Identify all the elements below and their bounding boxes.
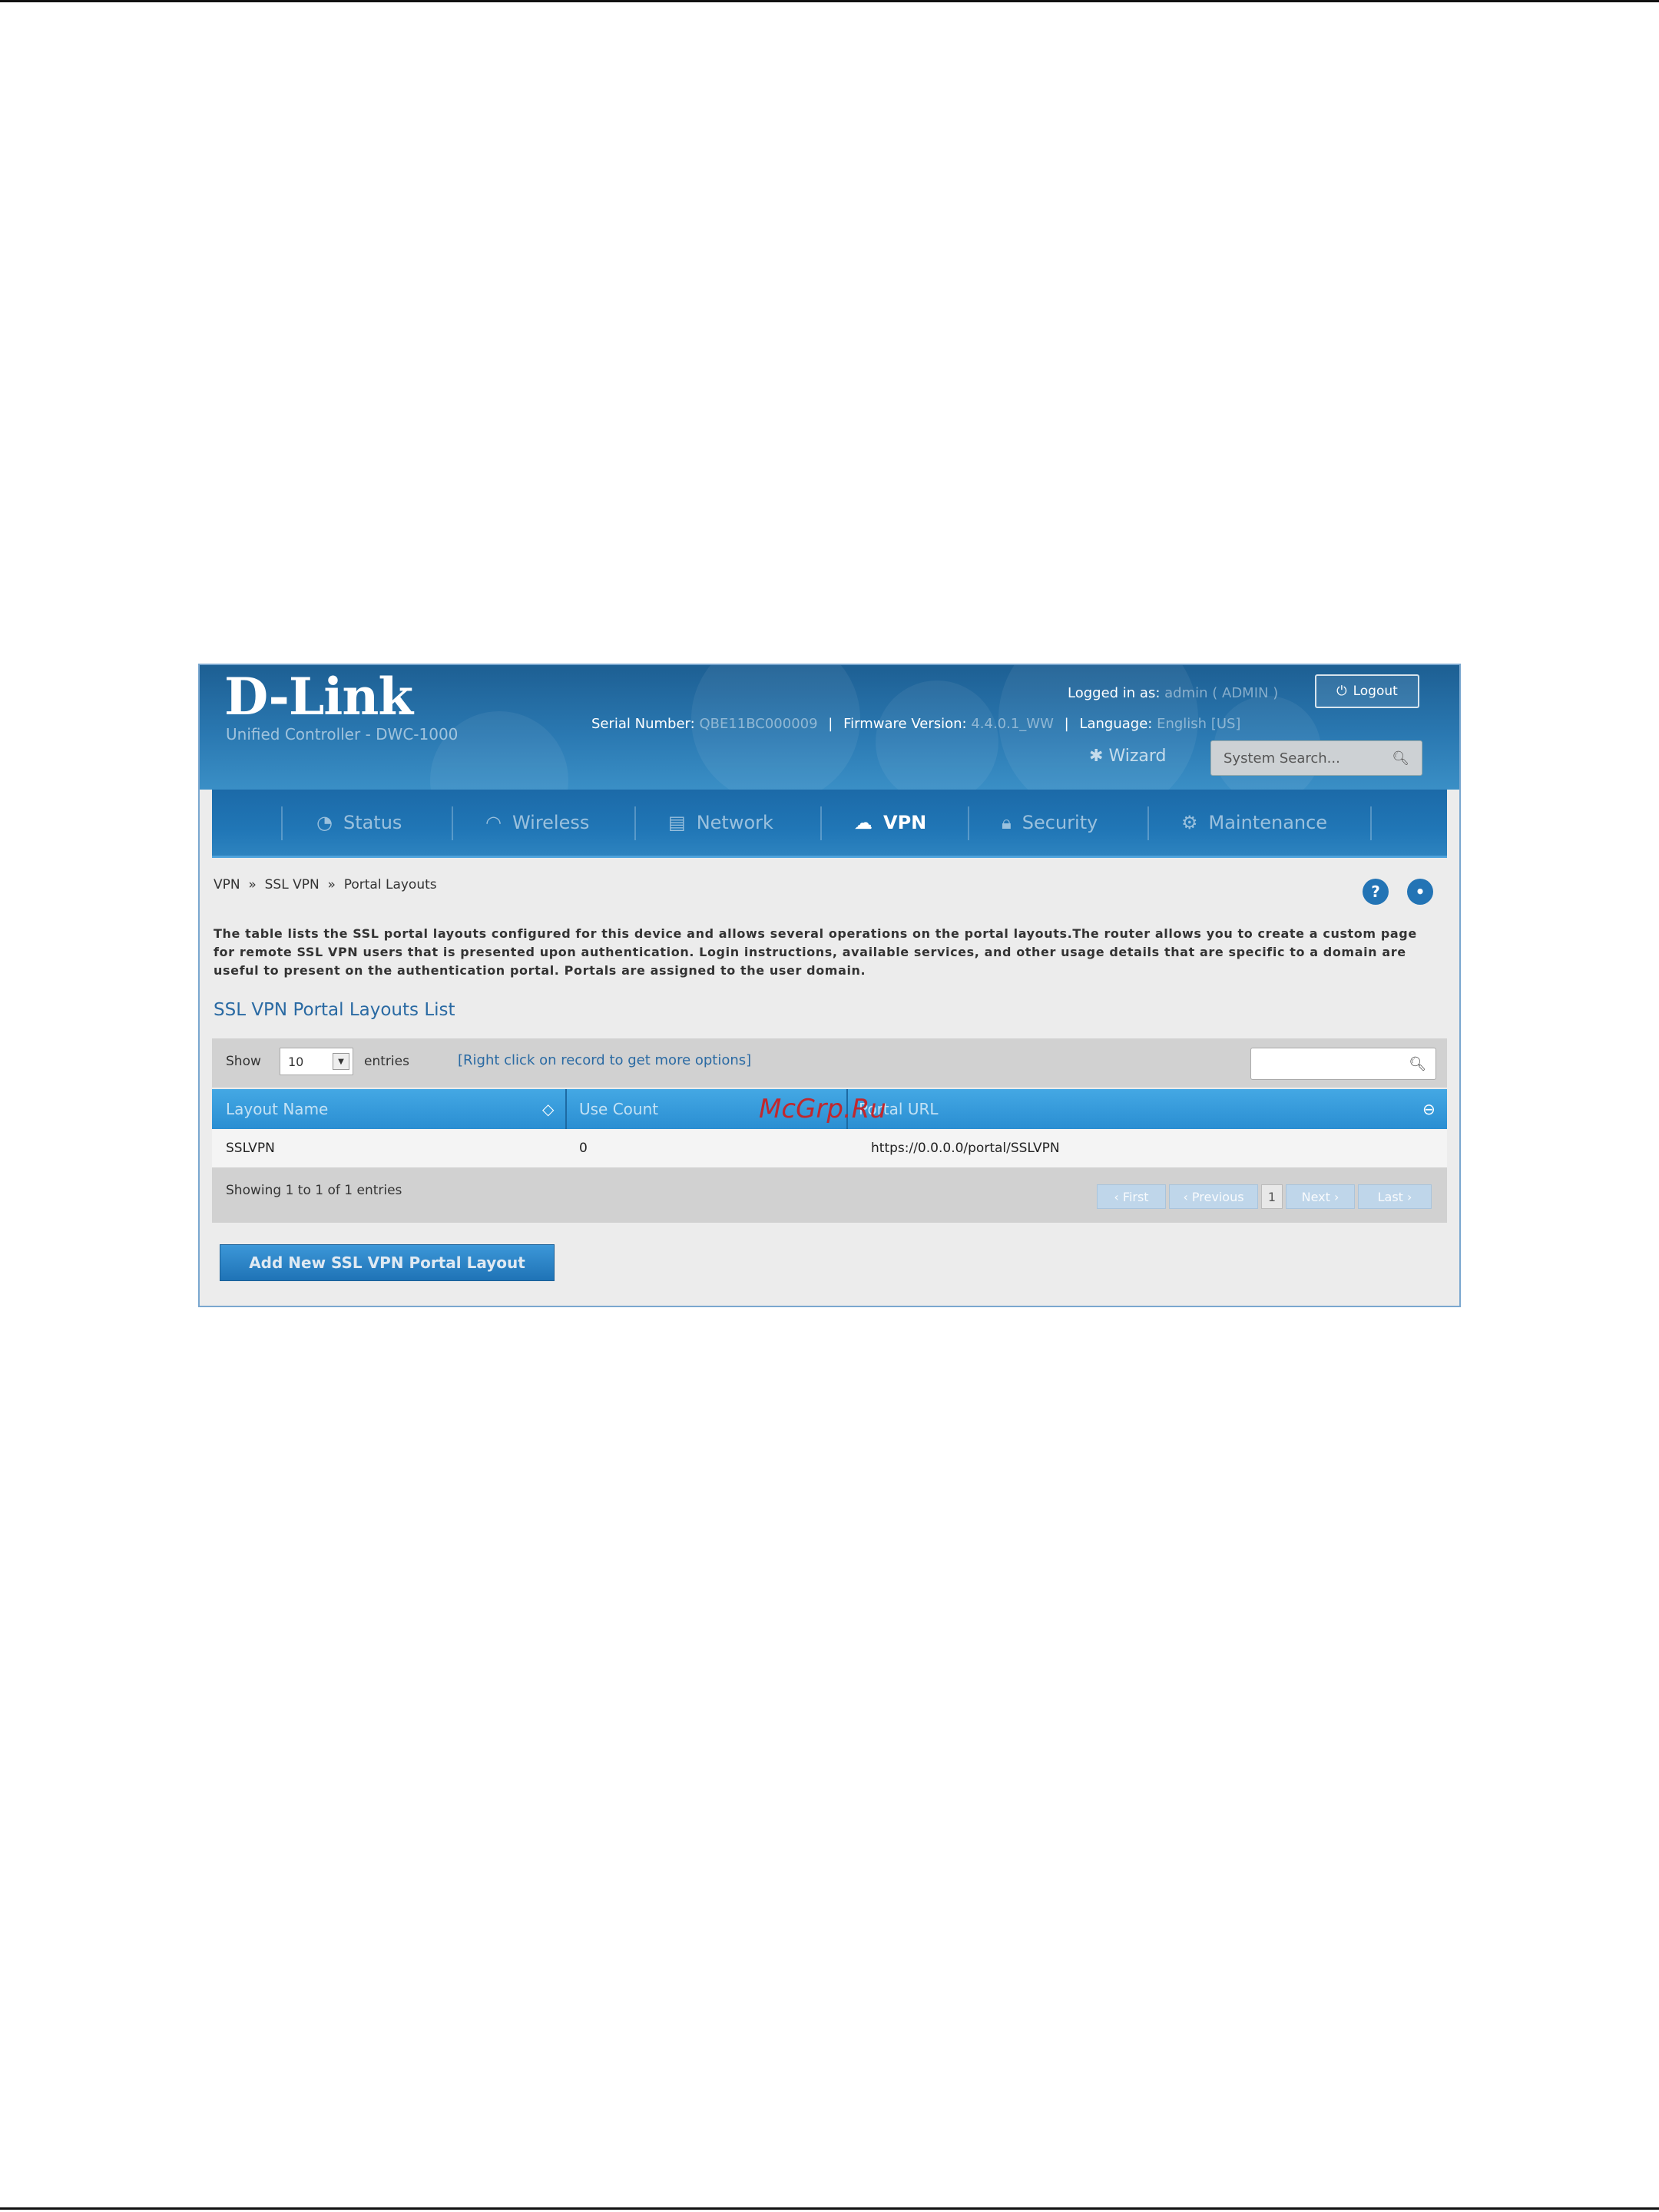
sort-icon[interactable]: ◇	[542, 1100, 554, 1118]
nav-item-label: Maintenance	[1208, 812, 1328, 833]
logout-label: Logout	[1353, 684, 1398, 699]
cell-layout-name: SSLVPN	[226, 1141, 275, 1156]
entries-label: entries	[364, 1054, 409, 1069]
table-footer: Showing 1 to 1 of 1 entries ‹ First ‹ Pr…	[212, 1167, 1447, 1223]
breadcrumb-separator: »	[248, 877, 257, 892]
info-separator: |	[1064, 716, 1069, 732]
header-banner: D-Link Unified Controller - DWC-1000 Log…	[200, 665, 1459, 790]
page-top-rule	[0, 0, 1659, 2]
chevron-down-icon[interactable]: ▼	[333, 1053, 349, 1070]
table-search-input[interactable]: 🔍︎	[1250, 1048, 1436, 1080]
pagination-previous-button[interactable]: ‹ Previous	[1169, 1184, 1258, 1209]
page-size-value: 10	[288, 1054, 304, 1069]
nav-item-wireless[interactable]: ◠ Wireless	[485, 790, 589, 856]
product-name: Unified Controller - DWC-1000	[226, 725, 459, 743]
show-label: Show	[226, 1054, 261, 1069]
nav-divider	[820, 806, 822, 840]
watermark-text: McGrp.Ru	[759, 1094, 886, 1124]
gauge-icon: ◔	[316, 812, 333, 833]
nav-item-label: Security	[1022, 812, 1098, 833]
info-icon[interactable]: •	[1407, 879, 1433, 905]
cell-use-count: 0	[579, 1141, 588, 1156]
network-icon: ▤	[668, 812, 686, 833]
right-click-hint: [Right click on record to get more optio…	[458, 1052, 752, 1068]
system-search-placeholder: System Search...	[1224, 750, 1340, 767]
page-bottom-rule	[0, 2207, 1659, 2210]
main-nav: ◔ Status ◠ Wireless ▤ Network ☁ VPN 🔒︎ S…	[212, 790, 1447, 858]
cloud-icon: ☁	[854, 812, 873, 833]
system-search-input[interactable]: System Search... 🔍︎	[1210, 740, 1422, 776]
wizard-label: Wizard	[1108, 747, 1167, 766]
power-icon: ⏻	[1336, 684, 1347, 699]
serial-label: Serial Number:	[591, 716, 695, 732]
nav-item-maintenance[interactable]: ⚙ Maintenance	[1181, 790, 1327, 856]
firmware-value: 4.4.0.1_WW	[971, 716, 1054, 732]
page-size-select[interactable]: 10 ▼	[280, 1048, 353, 1075]
pagination-next-button[interactable]: Next ›	[1286, 1184, 1355, 1209]
search-icon[interactable]: 🔍︎	[1409, 1056, 1426, 1072]
nav-item-label: Status	[343, 812, 402, 833]
serial-value: QBE11BC000009	[699, 716, 818, 732]
header-decoration	[430, 711, 568, 790]
nav-divider	[1147, 806, 1149, 840]
nav-divider	[634, 806, 636, 840]
pagination-first-label: First	[1122, 1189, 1149, 1204]
firmware-label: Firmware Version:	[843, 716, 967, 732]
nav-item-label: Network	[696, 812, 773, 833]
nav-item-security[interactable]: 🔒︎ Security	[1002, 790, 1098, 856]
nav-item-vpn[interactable]: ☁ VPN	[854, 790, 926, 856]
showing-info: Showing 1 to 1 of 1 entries	[226, 1183, 402, 1198]
search-icon[interactable]: 🔍︎	[1392, 750, 1409, 767]
breadcrumb-item: Portal Layouts	[343, 877, 437, 892]
nav-divider	[968, 806, 969, 840]
info-separator: |	[828, 716, 833, 732]
page-description: The table lists the SSL portal layouts c…	[214, 926, 1417, 978]
wand-icon: ✱	[1089, 747, 1104, 766]
breadcrumb-item[interactable]: SSL VPN	[265, 877, 320, 892]
pagination-previous-label: Previous	[1191, 1189, 1244, 1204]
nav-divider	[1370, 806, 1372, 840]
wizard-link[interactable]: ✱ Wizard	[1089, 747, 1166, 766]
language-label: Language:	[1079, 716, 1153, 732]
list-title: SSL VPN Portal Layouts List	[214, 1000, 455, 1020]
breadcrumb-separator: »	[327, 877, 336, 892]
breadcrumb-item[interactable]: VPN	[214, 877, 240, 892]
gears-icon: ⚙	[1181, 812, 1198, 833]
cell-portal-url: https://0.0.0.0/portal/SSLVPN	[871, 1141, 1060, 1156]
column-header-use-count[interactable]: Use Count	[579, 1089, 658, 1129]
logged-in-user[interactable]: admin ( ADMIN )	[1164, 685, 1278, 701]
header-decoration	[876, 680, 998, 790]
column-header-layout-name[interactable]: Layout Name	[226, 1089, 328, 1129]
nav-item-network[interactable]: ▤ Network	[668, 790, 773, 856]
nav-item-label: VPN	[883, 812, 927, 833]
table-toolbar: Show 10 ▼ entries [Right click on record…	[212, 1038, 1447, 1088]
logout-button[interactable]: ⏻ Logout	[1315, 674, 1419, 708]
pagination-current-page[interactable]: 1	[1261, 1184, 1283, 1209]
breadcrumb: VPN » SSL VPN » Portal Layouts	[214, 877, 437, 892]
logged-in-label: Logged in as:	[1068, 685, 1161, 701]
nav-divider	[452, 806, 453, 840]
nav-item-label: Wireless	[512, 812, 590, 833]
brand-logo: D-Link	[224, 667, 413, 727]
device-info-line: Serial Number: QBE11BC000009 | Firmware …	[591, 716, 1240, 732]
pagination-first-button[interactable]: ‹ First	[1097, 1184, 1166, 1209]
pagination-last-label: Last	[1377, 1189, 1403, 1204]
pagination-next-label: Next	[1301, 1189, 1330, 1204]
help-icon[interactable]: ?	[1363, 879, 1389, 905]
lock-icon: 🔒︎	[1002, 812, 1012, 833]
pagination-last-button[interactable]: Last ›	[1358, 1184, 1432, 1209]
nav-divider	[281, 806, 283, 840]
nav-item-status[interactable]: ◔ Status	[316, 790, 402, 856]
sort-icon[interactable]: ⊖	[1422, 1100, 1435, 1118]
logged-in-info: Logged in as: admin ( ADMIN )	[1068, 685, 1278, 701]
screenshot-frame: D-Link Unified Controller - DWC-1000 Log…	[198, 664, 1461, 1307]
table-row[interactable]: SSLVPN 0 https://0.0.0.0/portal/SSLVPN	[212, 1129, 1447, 1167]
add-portal-layout-button[interactable]: Add New SSL VPN Portal Layout	[220, 1244, 555, 1281]
wifi-icon: ◠	[485, 812, 502, 833]
language-selector[interactable]: English [US]	[1157, 716, 1240, 732]
column-divider	[565, 1089, 567, 1129]
